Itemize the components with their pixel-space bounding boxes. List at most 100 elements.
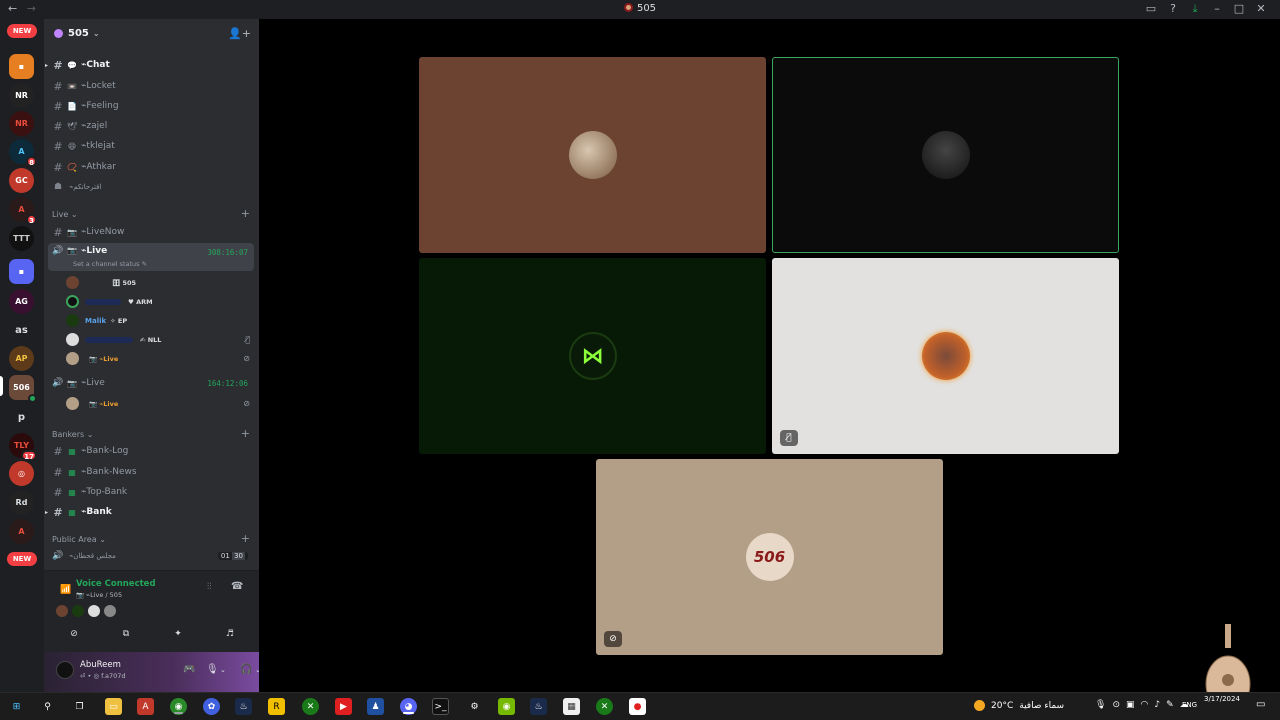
voice-user[interactable]: ♥ ARM	[66, 293, 252, 310]
channel-status[interactable]: Set a channel status ✎	[73, 260, 147, 268]
add-channel-icon[interactable]: +	[241, 532, 250, 545]
voice-user[interactable]: 📷 ⌁Live ⊘	[66, 350, 252, 367]
nvidia-icon[interactable]: ◉	[498, 698, 515, 715]
add-channel-icon[interactable]: +	[241, 207, 250, 220]
help-icon[interactable]: ?	[1162, 2, 1184, 16]
clock[interactable]: 3/17/2024	[1204, 694, 1240, 705]
channel-bank-news[interactable]: # ▦ ⌁Bank-News	[48, 463, 254, 481]
server-ttt[interactable]: TTT	[9, 226, 34, 251]
channel-chat[interactable]: ▸ # 💬 ⌁Chat	[45, 56, 254, 74]
category-bankers[interactable]: Bankers ⌄ +	[52, 427, 252, 440]
voice-user[interactable]: ✍ NLL 🎙̸	[66, 331, 252, 348]
voice-user[interactable]: 📷 ⌁Live ⊘	[66, 395, 252, 412]
server-arrow-2[interactable]: A	[9, 519, 34, 544]
wifi-icon[interactable]: ◠	[1141, 700, 1149, 710]
channel-feeling[interactable]: # 📄 ⌁Feeling	[48, 97, 254, 115]
soundboard-icon[interactable]: ♬	[208, 626, 252, 642]
server-circle-red[interactable]: ◎	[9, 461, 34, 486]
channel-bank-log[interactable]: # ▦ ⌁Bank-Log	[48, 442, 254, 460]
file-explorer-icon[interactable]: ▭	[105, 698, 122, 715]
discord-taskbar-icon[interactable]: ◕	[400, 698, 417, 715]
server-nr-red[interactable]: NR	[9, 111, 34, 136]
close-icon[interactable]: ✕	[1250, 2, 1272, 16]
maximize-icon[interactable]: □	[1228, 2, 1250, 16]
participant-tile-2-speaking[interactable]	[772, 57, 1119, 253]
voice-channel-public[interactable]: 🔊 ⌁مجلس قحطان 01 30	[48, 547, 254, 565]
copilot-icon[interactable]: ✿	[203, 698, 220, 715]
search-icon[interactable]: ⚲	[39, 698, 56, 715]
server-505[interactable]: 506	[9, 375, 37, 403]
notification-icon[interactable]: ▭	[1256, 699, 1265, 710]
add-channel-icon[interactable]: +	[241, 427, 250, 440]
voice-channel-live-2[interactable]: 🔊 📷 ⌁Live 164:12:06	[48, 374, 254, 392]
terminal-icon[interactable]: >_	[432, 698, 449, 715]
participant-tile-3[interactable]: ⋈	[419, 258, 766, 454]
server-ap[interactable]: AP	[9, 346, 34, 371]
channel-athkar[interactable]: # 📿 ⌁Athkar	[48, 158, 254, 176]
task-view-icon[interactable]: ❐	[71, 698, 88, 715]
voice-user[interactable]: 🗄 505	[66, 274, 252, 291]
minimize-icon[interactable]: –	[1206, 2, 1228, 16]
store-icon[interactable]: ▦	[563, 698, 580, 715]
user-avatar[interactable]	[56, 661, 74, 679]
channel-livenow[interactable]: # 📷 ⌁LiveNow	[48, 223, 254, 241]
participant-tile-1[interactable]	[419, 57, 766, 253]
channel-top-bank[interactable]: # ▦ ⌁Top-Bank	[48, 483, 254, 501]
category-public[interactable]: Public Area ⌄ +	[52, 532, 252, 545]
youtube-icon[interactable]: ▶	[335, 698, 352, 715]
server-as[interactable]: as	[9, 318, 34, 343]
rockstar-icon[interactable]: R	[268, 698, 285, 715]
add-member-icon[interactable]: 👤+	[228, 27, 251, 40]
voice-connected-title[interactable]: Voice Connected	[76, 579, 156, 589]
server-header[interactable]: 505 ⌄	[44, 19, 259, 48]
recorder-icon[interactable]: ●	[629, 698, 646, 715]
voice-connected-subtitle[interactable]: 📷 ⌁Live / 505	[76, 591, 122, 599]
chevron-down-icon[interactable]: ⌄	[220, 666, 226, 674]
server-folder-orange[interactable]: ▪	[9, 54, 34, 79]
inbox-icon[interactable]: ▭	[1140, 2, 1162, 16]
disconnect-icon[interactable]: ☎	[231, 581, 243, 592]
channel-locket[interactable]: # 📼 ⌁Locket	[48, 77, 254, 95]
server-red[interactable]: GC	[9, 168, 34, 193]
steelseries-icon[interactable]: ⚙	[466, 698, 483, 715]
xbox-icon[interactable]: ✕	[302, 698, 319, 715]
server-p[interactable]: p	[9, 405, 34, 430]
steam-icon-2[interactable]: ♨	[530, 698, 547, 715]
xbox-icon-2[interactable]: ✕	[596, 698, 613, 715]
channel-bank[interactable]: ▸ # ▦ ⌁Bank	[45, 503, 254, 521]
forward-arrow-icon[interactable]: →	[27, 2, 36, 15]
microphone-icon[interactable]: 🎙	[206, 664, 219, 675]
participant-tile-4[interactable]: 🎙̸	[772, 258, 1119, 454]
windows-start-icon[interactable]: ⊞	[8, 698, 25, 715]
weather-widget[interactable]: 20°C سماء صافية	[974, 700, 1064, 711]
game-icon[interactable]: 🎮	[183, 664, 195, 675]
language-indicator[interactable]: ENG	[1182, 701, 1197, 709]
screen-share-icon[interactable]: ⧉	[104, 626, 148, 642]
volume-icon[interactable]: ♪	[1154, 700, 1160, 710]
chrome-icon[interactable]: ◉	[170, 698, 187, 715]
headphones-icon[interactable]: 🎧	[240, 664, 252, 675]
server-blue[interactable]: A8	[9, 139, 37, 167]
server-ag[interactable]: AG	[9, 289, 34, 314]
participant-tile-5[interactable]: 506 ⊘	[596, 459, 943, 655]
channel-tklejat[interactable]: # 😄 ⌁tklejat	[48, 137, 254, 155]
location-icon[interactable]: ⊙	[1112, 700, 1120, 710]
app-icon[interactable]: ♟	[367, 698, 384, 715]
camera-off-icon[interactable]: ⊘	[52, 626, 96, 642]
user-name[interactable]: AbuReem	[80, 660, 121, 670]
pen-icon[interactable]: ✎	[1166, 700, 1174, 710]
back-arrow-icon[interactable]: ←	[8, 2, 17, 15]
server-folder-blue[interactable]: ▪	[9, 259, 34, 284]
channel-zajel[interactable]: # 🕊 ⌁zajel	[48, 117, 254, 135]
channel-suggestions[interactable]: ☗ ⌁اقترحاتكم	[48, 178, 254, 196]
noise-suppression-icon[interactable]: ⫶⫶	[207, 582, 212, 592]
category-live[interactable]: Live ⌄ +	[52, 207, 252, 220]
microphone-tray-icon[interactable]: 🎙	[1095, 700, 1106, 710]
download-icon[interactable]: ⤓	[1184, 2, 1206, 16]
voice-user[interactable]: Malik ✧ EP	[66, 312, 252, 329]
server-road[interactable]: Rd	[9, 490, 34, 515]
steam-icon[interactable]: ♨	[235, 698, 252, 715]
monitor-icon[interactable]: ▣	[1126, 700, 1135, 710]
voice-channel-live-active[interactable]: 🔊 📷 ⌁Live 308:16:07 Set a channel status…	[48, 243, 254, 271]
server-arrow[interactable]: A3	[9, 197, 37, 225]
